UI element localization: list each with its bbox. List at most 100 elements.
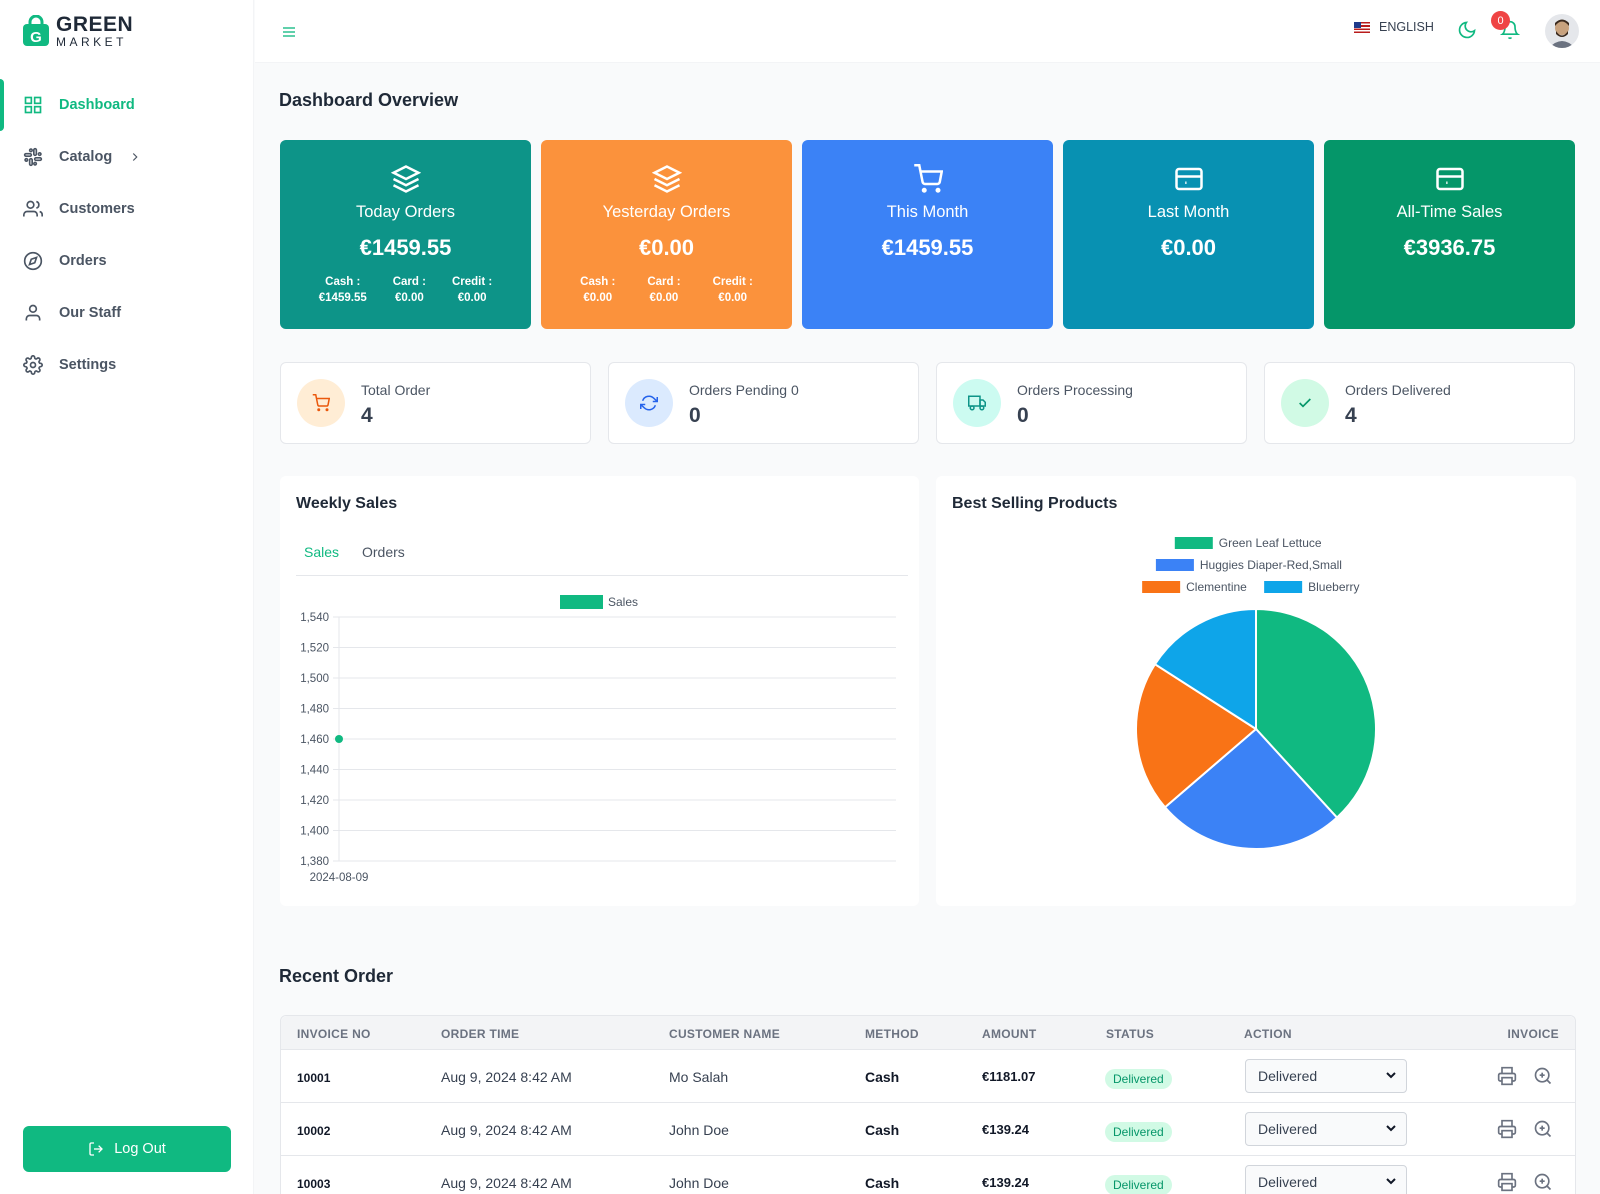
y-tick-label: 1,480 [300,704,329,716]
moon-icon[interactable] [1457,20,1477,40]
top-header: ENGLISH 0 [255,0,1600,63]
credit-card-icon [1174,167,1203,191]
check-icon [1299,398,1311,408]
slack-icon [23,147,43,167]
column-header: AMOUNT [982,1027,1037,1041]
zoom-in-icon[interactable] [1533,1066,1553,1086]
notification-badge: 0 [1491,11,1510,30]
summary-card-value: €0.00 [1160,235,1217,260]
y-tick-label: 1,460 [300,734,329,746]
action-select[interactable]: Delivered [1245,1165,1407,1194]
legend-swatch [560,595,603,609]
page-title: Dashboard Overview [279,90,459,110]
gear-icon [23,355,43,375]
column-header: INVOICE [1507,1027,1559,1041]
summary-card-value: €1459.55 [881,235,974,260]
best-selling-chart: Green Leaf Lettuce Huggies Diaper-Red,Sma… [1135,536,1377,850]
order-amount: €139.24 [982,1175,1029,1190]
summary-card-label: All-Time Sales [1396,203,1503,221]
sidebar-item-settings[interactable]: Settings [0,339,254,391]
legend-label: Clementine [1186,580,1247,594]
action-select-value: Delivered [1258,1121,1318,1137]
x-tick-label: 2024-08-09 [310,872,369,884]
language-selector[interactable]: ENGLISH [1354,20,1434,34]
shopping-bag-icon: G [23,15,49,46]
summary-card-last-month: Last Month €0.00 [1063,140,1314,329]
sidebar-item-customers[interactable]: Customers [0,183,254,235]
sidebar-item-label: Catalog [59,149,113,165]
status-badge: Delivered [1105,1069,1172,1089]
menu-icon[interactable] [281,24,297,40]
action-select[interactable]: Delivered [1245,1112,1407,1146]
legend-label: Blueberry [1308,580,1359,594]
stat-label: Orders Pending 0 [689,382,799,398]
breakdown-label: Credit : [712,276,753,288]
y-tick-label: 1,380 [300,856,329,868]
summary-card-label: Yesterday Orders [602,203,731,221]
user-icon [25,304,41,321]
language-label: ENGLISH [1379,20,1434,34]
stat-value: 4 [1345,404,1357,427]
stat-label: Total Order [361,382,431,398]
sidebar-nav: Dashboard Catalog Customers Orders Our S… [0,79,254,391]
y-tick-label: 1,520 [300,643,329,655]
sidebar-item-our-staff[interactable]: Our Staff [0,287,254,339]
sidebar-item-orders[interactable]: Orders [0,235,254,287]
payment-method: Cash [865,1175,900,1191]
action-select[interactable]: Delivered [1245,1059,1407,1093]
customer-name: John Doe [669,1175,729,1191]
column-header: ACTION [1244,1027,1292,1041]
data-point [335,735,343,743]
zoom-in-icon[interactable] [1533,1172,1553,1192]
legend-label: Green Leaf Lettuce [1219,536,1322,550]
breakdown-value: €0.00 [457,292,487,304]
summary-card-label: Today Orders [355,203,456,221]
truck-icon [968,395,986,411]
column-header: METHOD [865,1027,919,1041]
legend-swatch [1155,559,1194,571]
logout-button[interactable]: Log Out [23,1126,231,1172]
printer-icon[interactable] [1497,1119,1517,1139]
payment-method: Cash [865,1122,900,1138]
recent-orders-table: INVOICE NO ORDER TIME CUSTOMER NAME METH… [280,1015,1576,1194]
y-tick-label: 1,540 [300,612,329,624]
chevron-down-icon [1386,1125,1396,1132]
stat-value: 4 [361,404,373,427]
zoom-in-icon[interactable] [1533,1119,1553,1139]
status-badge: Delivered [1105,1122,1172,1142]
invoice-no: 10002 [297,1124,331,1138]
credit-card-icon [1435,167,1464,191]
brand-subname: MARKET [56,35,128,49]
customer-name: John Doe [669,1122,729,1138]
table-row: 10002 Aug 9, 2024 8:42 AM John Doe Cash … [281,1103,1575,1156]
cart-icon [312,394,330,412]
svg-text:G: G [30,29,42,46]
summary-card-yesterday: Yesterday Orders €0.00 Cash : €0.00 Card … [541,140,792,329]
logout-label: Log Out [114,1141,166,1157]
order-amount: €1181.07 [982,1069,1036,1084]
summary-card-this-month: This Month €1459.55 [802,140,1053,329]
brand-logo[interactable]: G GREEN MARKET [22,14,133,48]
stat-card-pending: Orders Pending 0 0 [608,362,919,444]
printer-icon[interactable] [1497,1066,1517,1086]
chevron-right-icon [133,153,138,161]
avatar[interactable] [1545,14,1579,48]
weekly-sales-panel: Weekly Sales Sales Orders Sales 1,380 1,40… [280,476,919,906]
breakdown-label: Credit : [451,276,493,288]
status-badge: Delivered [1105,1175,1172,1194]
action-select-value: Delivered [1258,1068,1318,1084]
y-tick-label: 1,420 [300,795,329,807]
legend-swatch [1174,537,1213,549]
sidebar-item-dashboard[interactable]: Dashboard [0,79,254,131]
order-amount: €139.24 [982,1122,1029,1137]
y-tick-label: 1,500 [300,673,329,685]
legend-label: Huggies Diaper-Red,Small [1200,558,1342,572]
breakdown-value: €0.00 [718,292,748,304]
invoice-no: 10003 [297,1177,331,1191]
order-time: Aug 9, 2024 8:42 AM [441,1175,572,1191]
printer-icon[interactable] [1497,1172,1517,1192]
sidebar-item-label: Our Staff [59,305,122,321]
sidebar-item-label: Customers [59,201,135,217]
stat-card-delivered: Orders Delivered 4 [1264,362,1575,444]
sidebar-item-catalog[interactable]: Catalog [0,131,254,183]
